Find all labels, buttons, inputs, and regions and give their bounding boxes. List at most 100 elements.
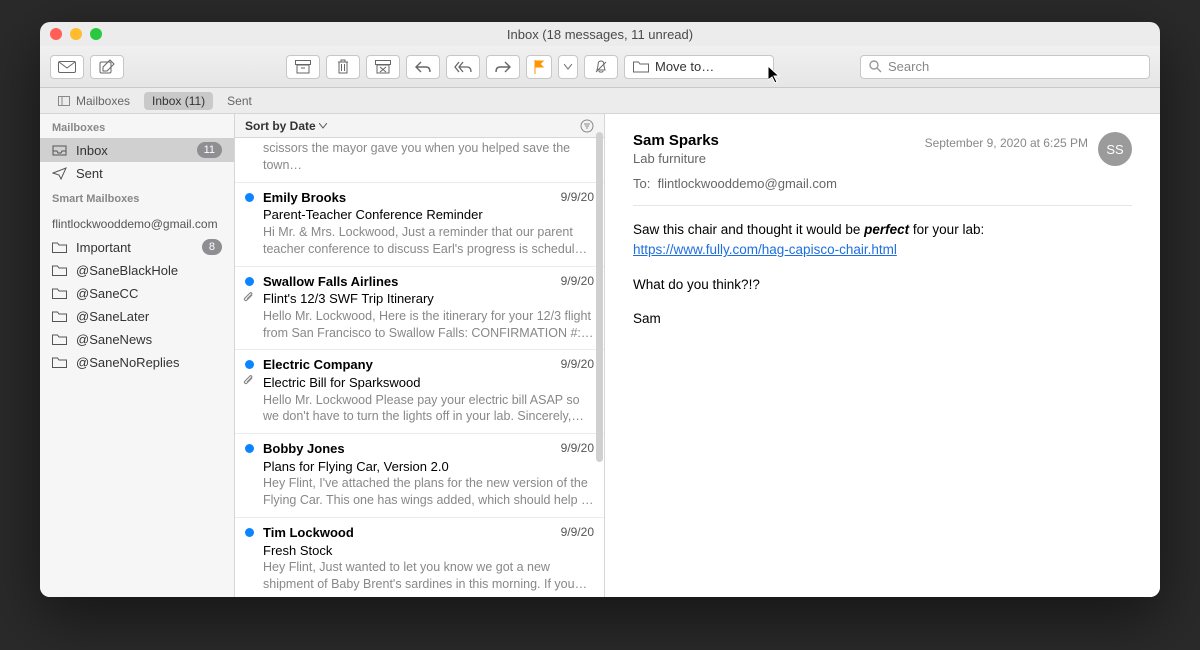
junk-button[interactable] [366, 55, 400, 79]
sidebar-account[interactable]: flintlockwooddemo@gmail.com [40, 209, 234, 235]
sidebar-folder-label: @SaneNoReplies [76, 355, 180, 370]
close-window-button[interactable] [50, 28, 62, 40]
message-row-partial[interactable]: scissors the mayor gave you when you hel… [235, 138, 604, 183]
message-from: Tim Lockwood [263, 524, 354, 542]
inbox-icon [52, 145, 68, 156]
sidebar-inbox-label: Inbox [76, 143, 108, 158]
message-preview: scissors the mayor gave you when you hel… [263, 140, 594, 174]
sidebar-inbox-count: 11 [197, 142, 222, 158]
search-icon [869, 60, 882, 73]
flag-menu-button[interactable] [558, 55, 578, 79]
message-subject: Electric Bill for Sparkswood [263, 374, 594, 392]
sidebar-folder[interactable]: @SaneLater [40, 305, 234, 328]
message-subject: Fresh Stock [263, 542, 594, 560]
reply-button[interactable] [406, 55, 440, 79]
message-date: 9/9/20 [561, 524, 594, 542]
favorites-mailboxes-label: Mailboxes [76, 94, 130, 108]
favorites-mailboxes[interactable]: Mailboxes [50, 92, 138, 110]
body-emphasis: perfect [864, 222, 909, 237]
move-to-label: Move to… [655, 59, 714, 74]
reader-to-value: flintlockwooddemo@gmail.com [658, 176, 837, 191]
avatar: SS [1098, 132, 1132, 166]
sort-label: Sort by Date [245, 119, 316, 133]
favorites-sent-label: Sent [227, 94, 252, 108]
sidebar-section-mailboxes: Mailboxes [40, 114, 234, 138]
message-row[interactable]: Bobby Jones9/9/20Plans for Flying Car, V… [235, 434, 604, 518]
message-preview: Hey Flint, Just wanted to let you know w… [263, 559, 594, 593]
reply-all-button[interactable] [446, 55, 480, 79]
flag-button[interactable] [526, 55, 552, 79]
message-header: Sam Sparks Lab furniture To: flintlockwo… [633, 132, 1132, 206]
mute-button[interactable] [584, 55, 618, 79]
main-area: Mailboxes Inbox 11 Sent Smart Mailboxes … [40, 114, 1160, 597]
sidebar-section-smart: Smart Mailboxes [40, 185, 234, 209]
move-to-dropdown[interactable]: Move to… [624, 55, 774, 79]
folder-icon [52, 242, 68, 253]
attachment-icon [243, 374, 254, 386]
folder-icon [633, 61, 649, 73]
zoom-window-button[interactable] [90, 28, 102, 40]
message-date: 9/9/20 [561, 189, 594, 207]
message-from: Electric Company [263, 356, 373, 374]
message-row[interactable]: Electric Company 9/9/20Electric Bill for … [235, 350, 604, 434]
chevron-down-icon [319, 123, 327, 129]
message-list[interactable]: scissors the mayor gave you when you hel… [235, 138, 604, 597]
reader-to-label: To: [633, 176, 650, 191]
body-text: for your lab: [909, 222, 984, 237]
sidebar: Mailboxes Inbox 11 Sent Smart Mailboxes … [40, 114, 235, 597]
sort-bar[interactable]: Sort by Date [235, 114, 604, 138]
message-subject: Plans for Flying Car, Version 2.0 [263, 458, 594, 476]
message-row[interactable]: Tim Lockwood 9/9/20Fresh StockHey Flint, … [235, 518, 604, 597]
search-field[interactable]: Search [860, 55, 1150, 79]
forward-button[interactable] [486, 55, 520, 79]
folder-icon [52, 334, 68, 345]
folder-icon [52, 265, 68, 276]
attachment-icon [243, 291, 254, 303]
sidebar-folder[interactable]: @SaneBlackHole [40, 259, 234, 282]
sidebar-sent-label: Sent [76, 166, 103, 181]
message-from: Emily Brooks [263, 189, 346, 207]
message-from: Bobby Jones [263, 440, 345, 458]
compose-button[interactable] [90, 55, 124, 79]
sidebar-folder[interactable]: @SaneNews [40, 328, 234, 351]
favorites-sent[interactable]: Sent [219, 92, 260, 110]
sidebar-folder[interactable]: @SaneNoReplies [40, 351, 234, 374]
message-subject: Flint's 12/3 SWF Trip Itinerary [263, 290, 594, 308]
sidebar-folder-label: @SaneCC [76, 286, 138, 301]
body-signoff: Sam [633, 309, 1132, 329]
sidebar-folder[interactable]: @SaneCC [40, 282, 234, 305]
get-mail-button[interactable] [50, 55, 84, 79]
body-link[interactable]: https://www.fully.com/hag-capisco-chair.… [633, 242, 897, 257]
folder-icon [52, 357, 68, 368]
delete-button[interactable] [326, 55, 360, 79]
favorites-bar: Mailboxes Inbox (11) Sent [40, 88, 1160, 114]
filter-icon[interactable] [580, 119, 594, 133]
titlebar: Inbox (18 messages, 11 unread) [40, 22, 1160, 46]
sidebar-sent[interactable]: Sent [40, 162, 234, 185]
message-preview: Hello Mr. Lockwood, Here is the itinerar… [263, 308, 594, 342]
unread-dot-icon [245, 277, 254, 286]
message-list-pane: Sort by Date scissors the mayor gave you… [235, 114, 605, 597]
reader-date: September 9, 2020 at 6:25 PM [925, 136, 1088, 150]
favorites-inbox[interactable]: Inbox (11) [144, 92, 213, 110]
scrollbar-thumb[interactable] [596, 132, 603, 462]
sidebar-toggle-icon [58, 96, 70, 106]
unread-dot-icon [245, 528, 254, 537]
body-text: What do you think?!? [633, 275, 1132, 295]
message-row[interactable]: Emily Brooks 9/9/20Parent-Teacher Confere… [235, 183, 604, 267]
window-title: Inbox (18 messages, 11 unread) [40, 27, 1160, 42]
sidebar-inbox[interactable]: Inbox 11 [40, 138, 234, 162]
sidebar-folder-label: Important [76, 240, 131, 255]
favorites-inbox-label: Inbox (11) [152, 94, 205, 108]
message-date: 9/9/20 [561, 273, 594, 291]
minimize-window-button[interactable] [70, 28, 82, 40]
reader-to: To: flintlockwooddemo@gmail.com [633, 176, 915, 191]
sidebar-folder[interactable]: Important8 [40, 235, 234, 259]
message-date: 9/9/20 [561, 356, 594, 374]
folder-icon [52, 288, 68, 299]
message-subject: Parent-Teacher Conference Reminder [263, 206, 594, 224]
archive-button[interactable] [286, 55, 320, 79]
window-controls [50, 28, 102, 40]
message-row[interactable]: Swallow Falls Airlines9/9/20Flint's 12/3… [235, 267, 604, 351]
message-preview: Hey Flint, I've attached the plans for t… [263, 475, 594, 509]
